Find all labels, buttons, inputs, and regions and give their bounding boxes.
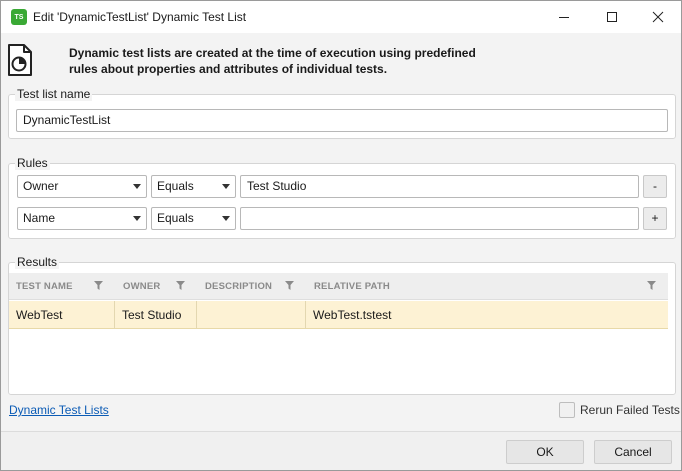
rerun-failed-tests-label: Rerun Failed Tests — [580, 403, 680, 417]
filter-icon[interactable] — [94, 281, 103, 290]
dynamic-list-document-icon — [8, 44, 32, 76]
maximize-icon — [607, 12, 617, 22]
test-list-name-input[interactable]: DynamicTestList — [16, 109, 668, 132]
header-description: Dynamic test lists are created at the ti… — [69, 45, 509, 77]
cell-test-name: WebTest — [9, 301, 115, 329]
chevron-down-icon — [133, 184, 141, 189]
table-row[interactable]: WebTest Test Studio WebTest.tstest — [9, 301, 668, 329]
rerun-failed-tests-checkbox[interactable]: Rerun Failed Tests — [559, 402, 680, 418]
rule-1-property-value: Owner — [23, 179, 59, 193]
rule-1-operator-select[interactable]: Equals — [151, 175, 236, 198]
column-header-description[interactable]: DESCRIPTION — [198, 273, 298, 300]
close-button[interactable] — [635, 1, 681, 33]
remove-rule-button[interactable]: - — [643, 175, 667, 198]
cancel-button[interactable]: Cancel — [594, 440, 672, 464]
dynamic-test-lists-link[interactable]: Dynamic Test Lists — [9, 403, 109, 417]
cell-owner: Test Studio — [115, 301, 197, 329]
minimize-button[interactable] — [541, 1, 587, 33]
minimize-icon — [559, 17, 569, 18]
column-header-relative-path[interactable]: RELATIVE PATH — [307, 273, 647, 300]
cell-description — [197, 301, 306, 329]
dialog-footer: OK Cancel — [1, 431, 681, 470]
results-grid-header: TEST NAME OWNER DESCRIPTION RELATIVE PAT… — [9, 273, 668, 300]
dialog-window: TS Edit 'DynamicTestList' Dynamic Test L… — [0, 0, 682, 471]
dialog-content: Dynamic test lists are created at the ti… — [1, 33, 681, 431]
chevron-down-icon — [222, 216, 230, 221]
ok-button[interactable]: OK — [506, 440, 584, 464]
rule-2-property-value: Name — [23, 211, 56, 225]
filter-icon[interactable] — [285, 281, 294, 290]
cell-relative-path: WebTest.tstest — [313, 308, 392, 322]
chevron-down-icon — [133, 216, 141, 221]
test-studio-app-icon: TS — [11, 9, 27, 25]
header-description-line-2: rules about properties and attributes of… — [69, 62, 388, 76]
rule-2-value-input[interactable] — [240, 207, 639, 230]
maximize-button[interactable] — [589, 1, 635, 33]
add-rule-button[interactable]: + — [643, 207, 667, 230]
checkbox-box[interactable] — [559, 402, 575, 418]
rule-2-operator-value: Equals — [157, 211, 194, 225]
rule-2-operator-select[interactable]: Equals — [151, 207, 236, 230]
test-list-name-legend: Test list name — [15, 87, 93, 101]
title-bar[interactable]: TS Edit 'DynamicTestList' Dynamic Test L… — [1, 1, 681, 33]
filter-icon[interactable] — [647, 281, 656, 290]
results-legend: Results — [15, 255, 60, 269]
chevron-down-icon — [222, 184, 230, 189]
close-icon — [652, 11, 664, 23]
column-header-test-name[interactable]: TEST NAME — [9, 273, 107, 300]
rule-1-value-input[interactable]: Test Studio — [240, 175, 639, 198]
rules-legend: Rules — [15, 156, 50, 170]
header-description-line-1: Dynamic test lists are created at the ti… — [69, 46, 476, 60]
rule-1-property-select[interactable]: Owner — [17, 175, 147, 198]
rule-1-operator-value: Equals — [157, 179, 194, 193]
rule-2-property-select[interactable]: Name — [17, 207, 147, 230]
filter-icon[interactable] — [176, 281, 185, 290]
window-title: Edit 'DynamicTestList' Dynamic Test List — [33, 10, 247, 24]
